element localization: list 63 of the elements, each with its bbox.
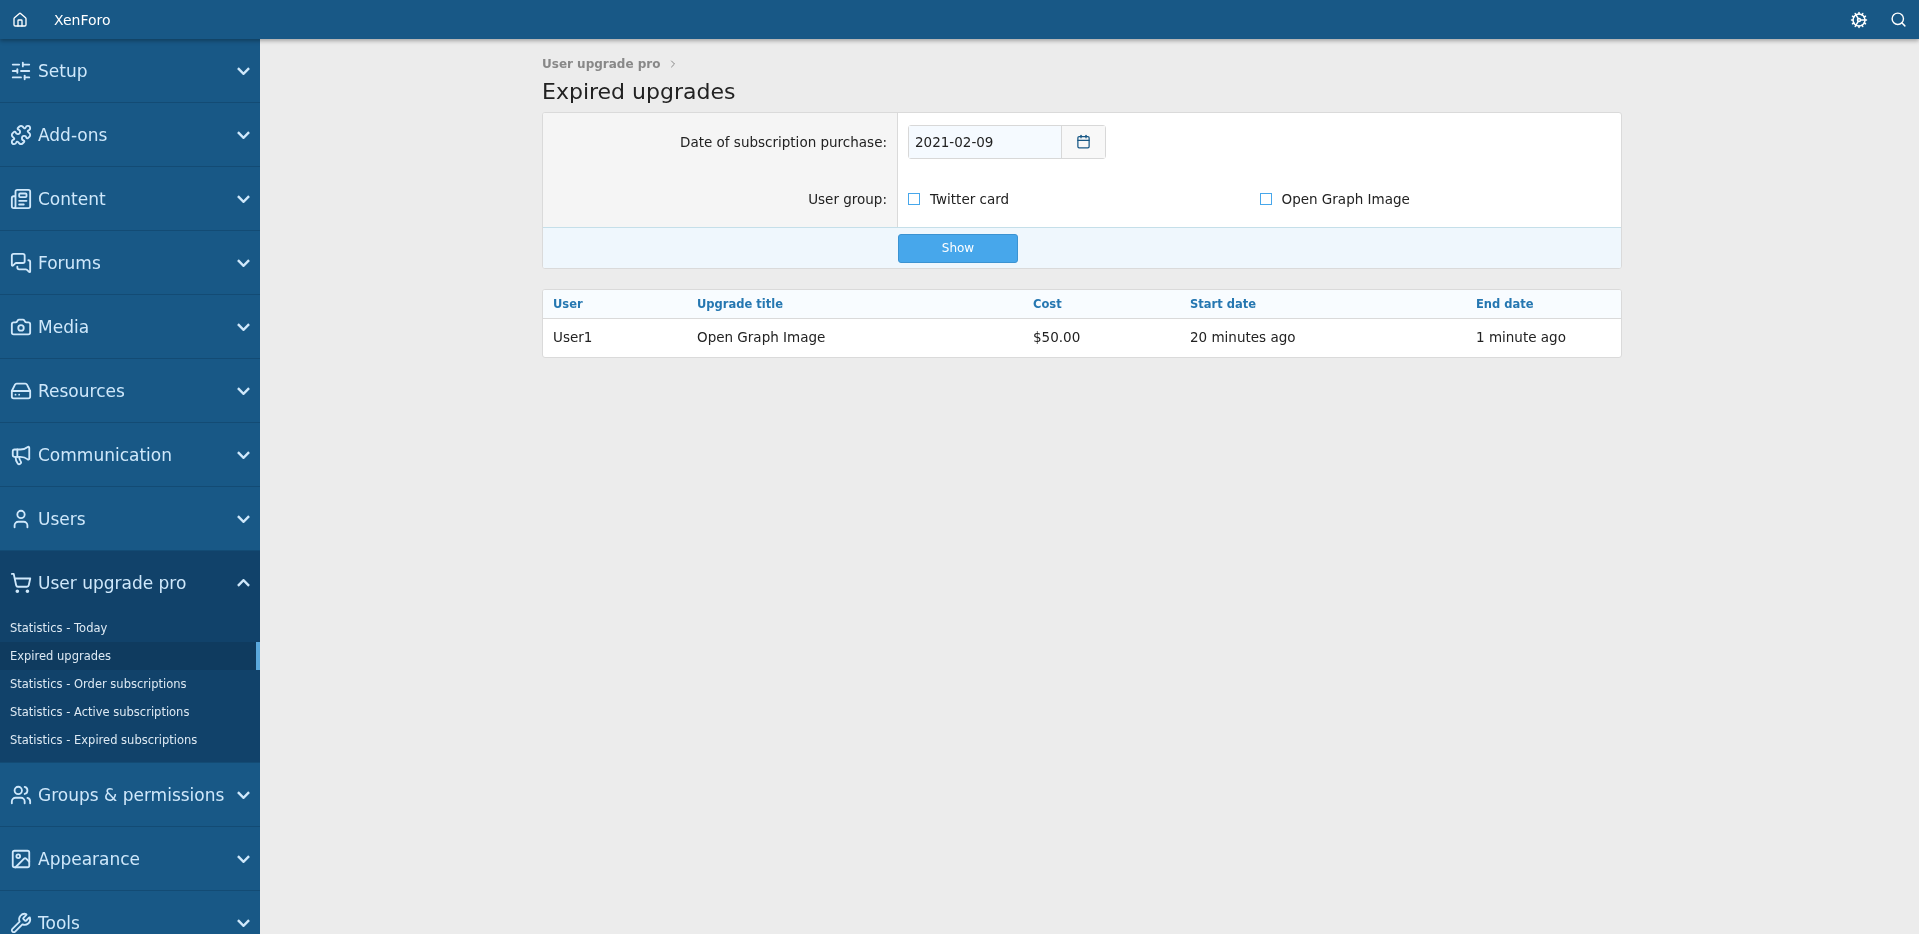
checkbox[interactable] xyxy=(1259,192,1272,205)
chevron-down-icon xyxy=(237,386,250,395)
column-header[interactable]: User xyxy=(543,290,687,319)
column-header[interactable]: Cost xyxy=(1023,290,1180,319)
checkbox-label: Open Graph Image xyxy=(1281,190,1410,207)
chevron-down-icon xyxy=(237,790,250,799)
checkbox-label: Twitter card xyxy=(930,190,1010,207)
sidebar-subitem[interactable]: Statistics - Order subscriptions xyxy=(0,670,260,698)
column-header[interactable]: Upgrade title xyxy=(687,290,1023,319)
column-header[interactable]: End date xyxy=(1466,290,1621,319)
sidebar-item[interactable]: User upgrade pro xyxy=(0,551,260,614)
sidebar-item[interactable]: Communication xyxy=(0,423,260,486)
chevron-down-icon xyxy=(237,854,250,863)
page-title: Expired upgrades xyxy=(542,79,737,104)
sidebar-item[interactable]: Appearance xyxy=(0,827,260,890)
puzzle-icon xyxy=(10,123,32,146)
chevron-down-icon xyxy=(237,514,250,523)
home-icon[interactable] xyxy=(12,11,28,28)
sidebar-item[interactable]: Content xyxy=(0,167,260,230)
checkbox[interactable] xyxy=(908,192,920,205)
field-label: Date of subscription purchase: xyxy=(680,133,887,150)
image-icon xyxy=(10,847,32,870)
chevron-down-icon xyxy=(237,66,250,75)
table-cell: Open Graph Image xyxy=(687,318,1023,357)
sidebar-subitem[interactable]: Expired upgrades xyxy=(0,642,260,670)
chevron-down-icon xyxy=(237,450,250,459)
wrench-icon xyxy=(10,911,32,934)
search-icon[interactable] xyxy=(1890,11,1907,28)
sidebar-item[interactable]: Setup xyxy=(0,39,260,102)
users-icon xyxy=(10,783,32,806)
chevron-up-icon xyxy=(237,578,250,587)
sidebar-subitem[interactable]: Statistics - Today xyxy=(0,614,260,642)
sliders-icon xyxy=(10,59,32,82)
sidebar-item[interactable]: Resources xyxy=(0,359,260,422)
megaphone-icon xyxy=(10,443,32,466)
sidebar-item[interactable]: Tools xyxy=(0,891,260,934)
chevron-down-icon xyxy=(237,194,250,203)
sidebar-subitem[interactable]: Statistics - Expired subscriptions xyxy=(0,726,260,754)
chevron-down-icon xyxy=(237,258,250,267)
sidebar-item[interactable]: Add-ons xyxy=(0,103,260,166)
cart-icon xyxy=(10,571,32,594)
chat-bubbles-icon xyxy=(10,251,32,274)
chevron-down-icon xyxy=(237,322,250,331)
chevron-down-icon xyxy=(237,918,250,927)
calendar-icon xyxy=(1076,134,1091,149)
date-field[interactable]: 2021-02-09 xyxy=(908,124,1106,159)
calendar-button[interactable] xyxy=(1061,125,1105,158)
sidebar-item[interactable]: Users xyxy=(0,487,260,550)
checkbox-option[interactable]: Open Graph Image xyxy=(1259,190,1611,207)
table-cell: User1 xyxy=(543,318,687,357)
sidebar-item[interactable]: Forums xyxy=(0,231,260,294)
chevron-down-icon xyxy=(237,130,250,139)
column-header[interactable]: Start date xyxy=(1180,290,1466,319)
field-label: User group: xyxy=(808,190,887,207)
table-cell: 1 minute ago xyxy=(1466,318,1621,357)
sidebar-item[interactable]: Groups & permissions xyxy=(0,763,260,826)
sidebar-subitem[interactable]: Statistics - Active subscriptions xyxy=(0,698,260,726)
table-cell: $50.00 xyxy=(1023,318,1180,357)
sidebar-item[interactable]: Media xyxy=(0,295,260,358)
table-cell: 20 minutes ago xyxy=(1180,318,1466,357)
checkbox-option[interactable]: Twitter card xyxy=(908,190,1260,207)
newspaper-icon xyxy=(10,187,32,210)
site-title[interactable]: XenForo xyxy=(54,11,111,28)
